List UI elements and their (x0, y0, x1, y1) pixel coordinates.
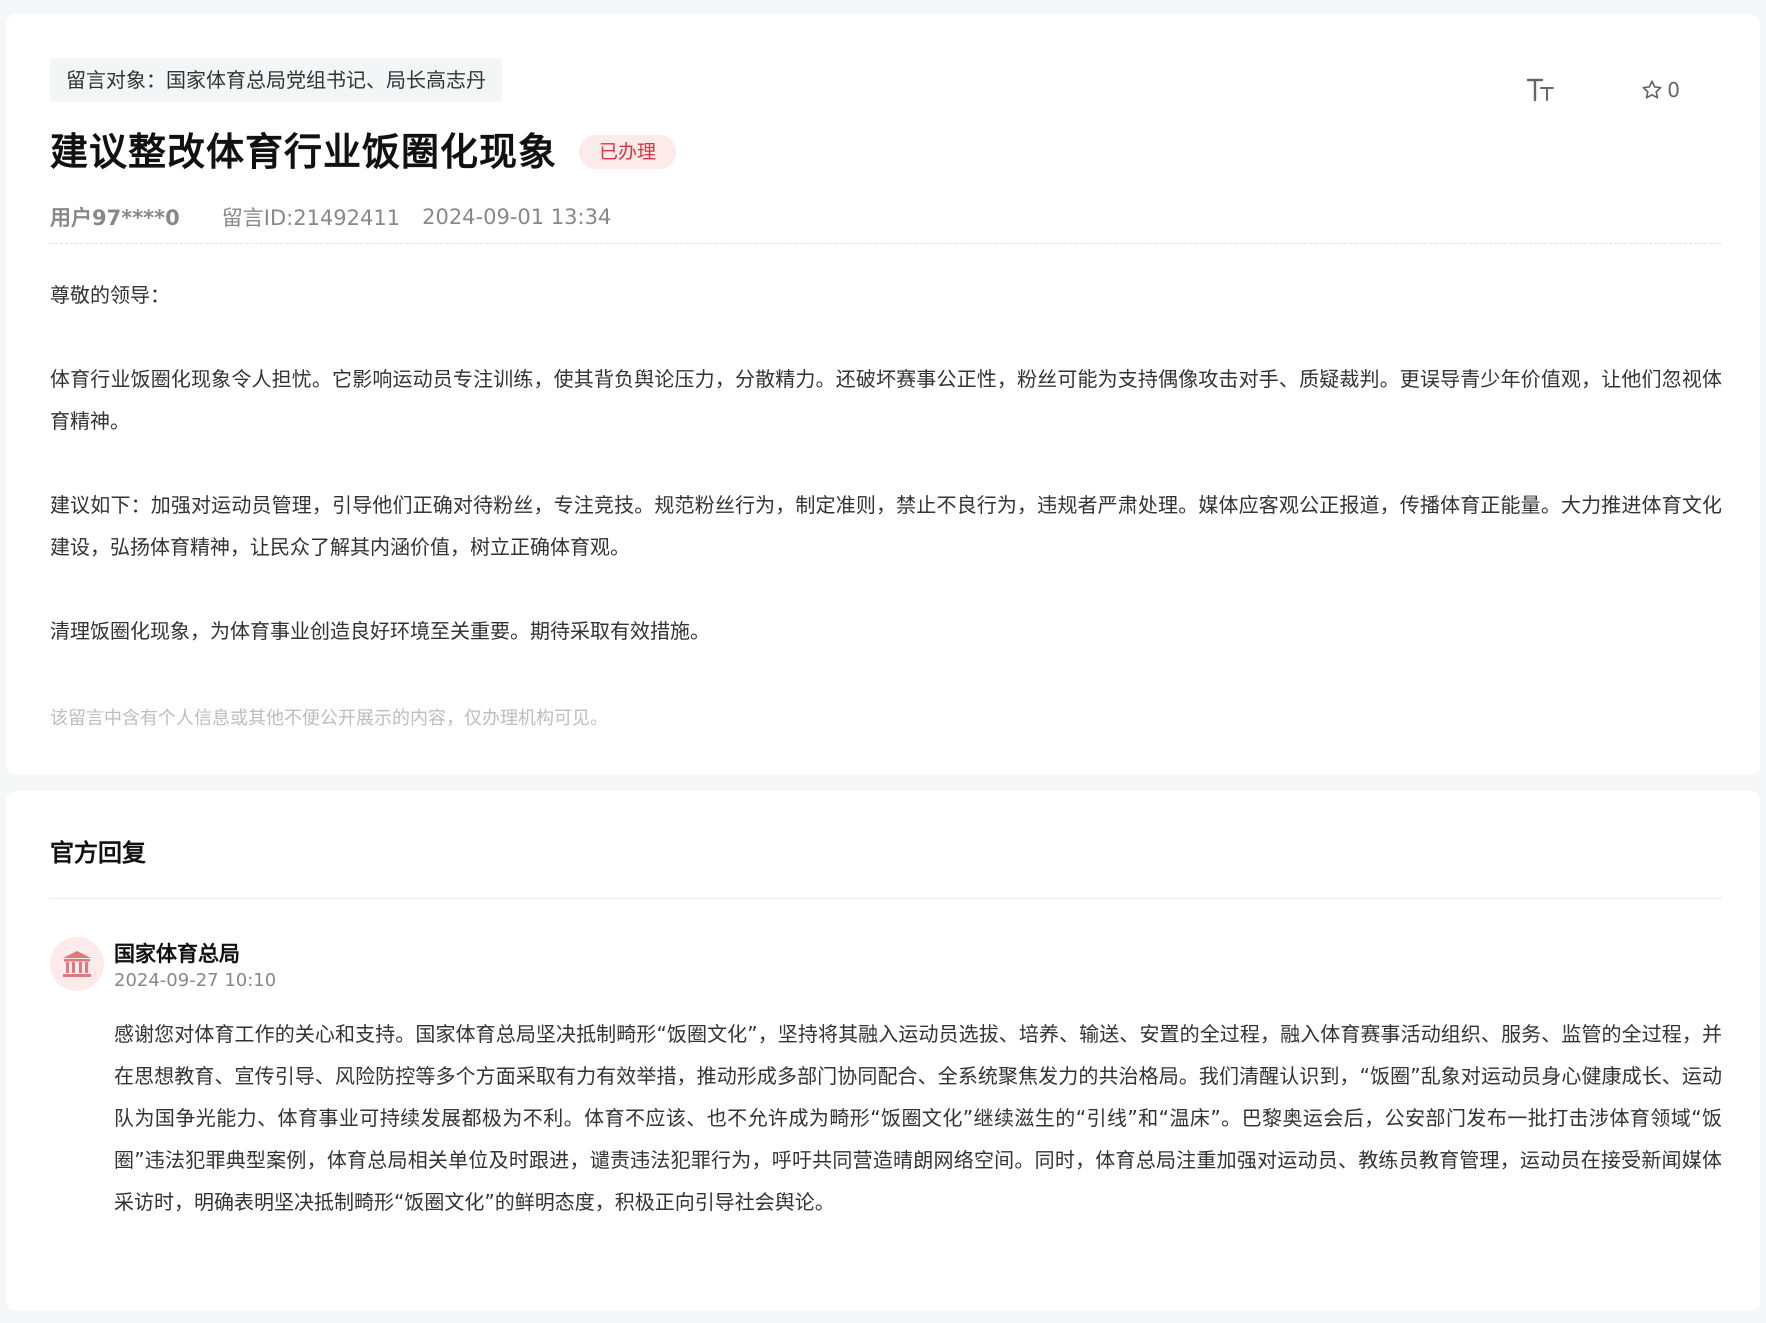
title-row: 建议整改体育行业饭圈化现象 已办理 (50, 124, 677, 180)
message-card: 留言对象：国家体育总局党组书记、局长高志丹 0 建议整改体育行业饭圈化现象 已办… (6, 14, 1760, 775)
message-paragraph: 建议如下：加强对运动员管理，引导他们正确对待粉丝，专注竞技。规范粉丝行为，制定准… (50, 493, 1722, 559)
message-toolbar: 0 (1521, 70, 1680, 110)
reply-heading: 官方回复 (50, 839, 146, 867)
official-reply-card: 官方回复 国家体育总局 2024-09-27 10:10 感谢您对体育工作的关心… (6, 791, 1760, 1311)
meta-divider (50, 243, 1722, 244)
message-content: 尊敬的领导： 体育行业饭圈化现象令人担忧。它影响运动员专注训练，使其背负舆论压力… (50, 274, 1722, 652)
message-title: 建议整改体育行业饭圈化现象 (50, 130, 558, 174)
message-target-label: 留言对象： (66, 68, 166, 92)
favorite-button[interactable]: 0 (1641, 78, 1680, 102)
message-paragraph: 尊敬的领导： (50, 283, 170, 307)
status-badge: 已办理 (579, 135, 677, 169)
font-size-button[interactable] (1521, 70, 1561, 110)
message-datetime: 2024-09-01 13:34 (422, 205, 612, 229)
message-paragraph: 体育行业饭圈化现象令人担忧。它影响运动员专注训练，使其背负舆论压力，分散精力。还… (50, 367, 1722, 433)
reply-content: 感谢您对体育工作的关心和支持。国家体育总局坚决抵制畸形“饭圈文化”，坚持将其融入… (114, 1022, 1722, 1214)
favorite-count: 0 (1667, 78, 1680, 102)
star-outline-icon (1642, 80, 1662, 99)
government-building-icon (63, 951, 91, 977)
message-target-value: 国家体育总局党组书记、局长高志丹 (166, 68, 486, 92)
reply-org-name: 国家体育总局 (114, 942, 240, 966)
message-author: 用户97****0 (50, 206, 180, 230)
message-target-tag: 留言对象：国家体育总局党组书记、局长高志丹 (50, 58, 502, 102)
org-avatar (50, 937, 104, 991)
reply-time: 2024-09-27 10:10 (114, 970, 277, 991)
message-id: 留言ID:21492411 (221, 206, 401, 230)
font-size-icon (1527, 78, 1555, 102)
message-meta: 用户97****0 留言ID:21492411 2024-09-01 13:34 (50, 202, 611, 232)
message-paragraph: 清理饭圈化现象，为体育事业创造良好环境至关重要。期待采取有效措施。 (50, 619, 710, 643)
reply-divider (50, 898, 1722, 899)
privacy-note: 该留言中含有个人信息或其他不便公开展示的内容，仅办理机构可见。 (50, 708, 608, 729)
